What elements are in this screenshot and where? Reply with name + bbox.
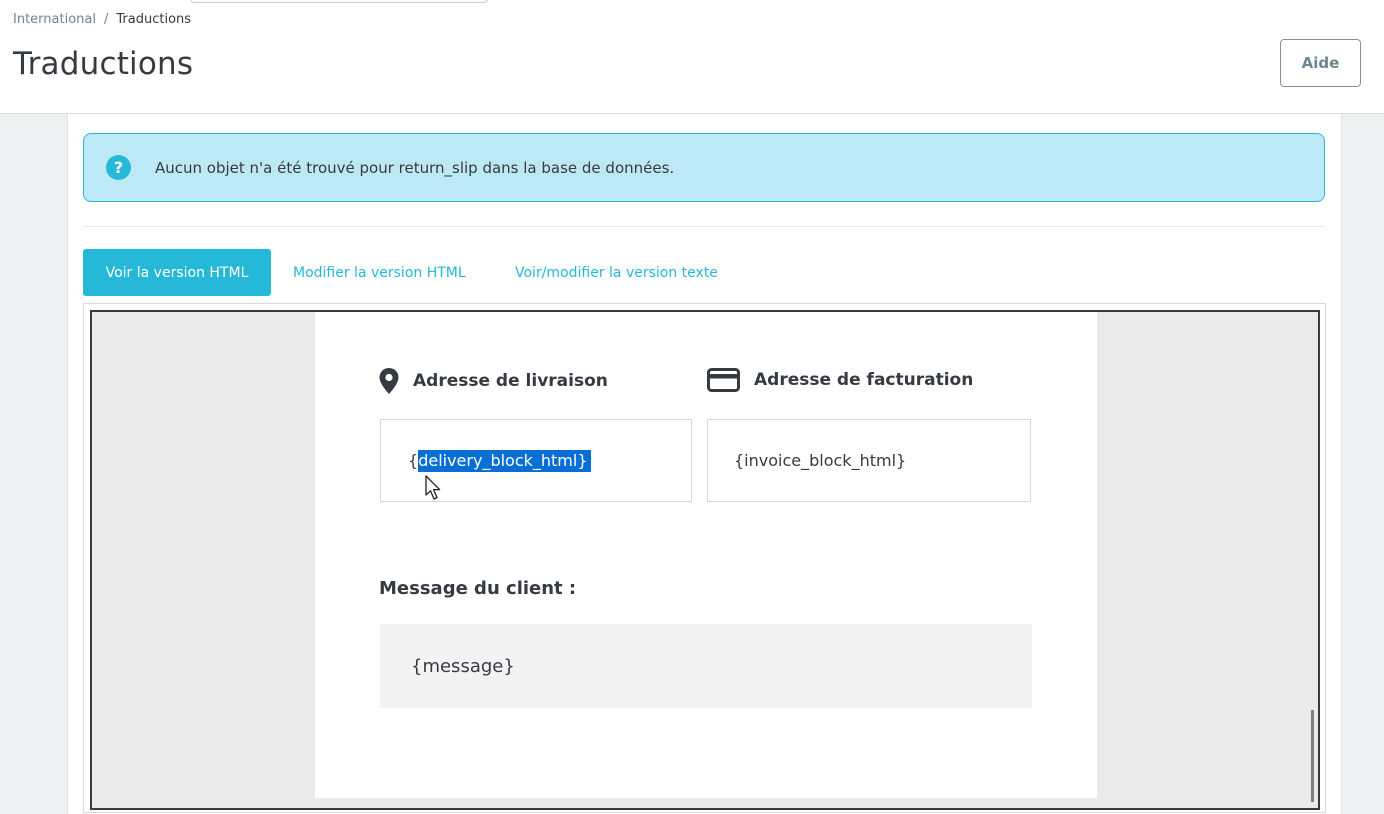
question-circle-icon: ? xyxy=(106,155,131,180)
divider xyxy=(83,226,1325,227)
info-alert: ? Aucun objet n'a été trouvé pour return… xyxy=(83,133,1325,202)
tab-text-version[interactable]: Voir/modifier la version texte xyxy=(515,249,718,296)
customer-message-value: {message} xyxy=(411,655,515,677)
top-search-stub[interactable] xyxy=(190,0,488,3)
email-body: Adresse de livraison Adresse de facturat… xyxy=(315,312,1097,798)
invoice-title: Adresse de facturation xyxy=(754,370,974,390)
breadcrumb: International / Traductions xyxy=(13,12,191,27)
help-button[interactable]: Aide xyxy=(1280,39,1361,87)
preview-scrollbar[interactable] xyxy=(1311,710,1314,802)
delivery-title: Adresse de livraison xyxy=(413,371,608,391)
delivery-header: Adresse de livraison xyxy=(379,368,608,394)
customer-message-label: Message du client : xyxy=(379,578,577,599)
page-title: Traductions xyxy=(13,46,194,82)
delivery-value-prefix: { xyxy=(408,451,419,470)
breadcrumb-separator: / xyxy=(103,12,109,27)
breadcrumb-parent[interactable]: International xyxy=(13,12,96,27)
tab-edit-html[interactable]: Modifier la version HTML xyxy=(293,249,466,296)
email-preview-frame[interactable]: Adresse de livraison Adresse de facturat… xyxy=(90,310,1320,810)
alert-text: Aucun objet n'a été trouvé pour return_s… xyxy=(155,158,675,177)
delivery-value-selected: delivery_block_html} xyxy=(418,449,591,472)
map-marker-icon xyxy=(379,368,399,394)
tab-view-html[interactable]: Voir la version HTML xyxy=(83,249,271,296)
page-header: International / Traductions Traductions Ai… xyxy=(0,0,1384,114)
customer-message-box: {message} xyxy=(380,624,1032,708)
invoice-header: Adresse de facturation xyxy=(707,368,973,392)
mouse-cursor-icon xyxy=(425,475,441,500)
breadcrumb-current: Traductions xyxy=(116,12,192,27)
invoice-address-box[interactable]: {invoice_block_html} xyxy=(707,419,1031,502)
invoice-value: {invoice_block_html} xyxy=(734,451,907,470)
credit-card-icon xyxy=(707,368,740,392)
